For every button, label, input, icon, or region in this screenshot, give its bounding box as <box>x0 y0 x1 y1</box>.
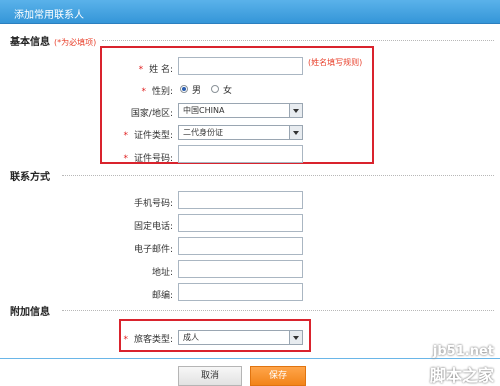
id-type-label: * 证件类型: <box>53 128 173 141</box>
gender-female-label: 女 <box>223 86 233 96</box>
country-label-text: 国家/地区: <box>130 109 173 119</box>
gender-female-radio[interactable] <box>211 85 219 93</box>
name-label: * 姓 名: <box>53 62 173 75</box>
dialog-title-bar: 添加常用联系人 <box>0 0 500 24</box>
traveler-type-label-text: 旅客类型: <box>133 335 173 345</box>
email-label-text: 电子邮件: <box>133 245 173 255</box>
id-number-input[interactable] <box>178 145 303 163</box>
section-divider <box>102 40 494 41</box>
address-label-text: 地址: <box>151 268 173 278</box>
chevron-down-icon[interactable] <box>289 126 302 139</box>
postcode-input[interactable] <box>178 283 303 301</box>
mobile-label: 手机号码: <box>53 196 173 209</box>
id-number-label: * 证件号码: <box>53 151 173 164</box>
email-label: 电子邮件: <box>53 242 173 255</box>
phone-input[interactable] <box>178 214 303 232</box>
required-star: * <box>138 65 144 75</box>
name-label-text: 姓 名: <box>149 65 173 75</box>
id-type-select[interactable]: 二代身份证 <box>178 125 303 140</box>
phone-label-text: 固定电话: <box>133 222 173 232</box>
required-star: * <box>141 87 146 97</box>
address-label: 地址: <box>53 265 173 278</box>
country-label: 国家/地区: <box>53 106 173 119</box>
mobile-label-text: 手机号码: <box>133 199 173 209</box>
gender-label: * 性别: <box>53 84 173 97</box>
required-star: * <box>123 154 128 164</box>
required-star: * <box>123 335 128 345</box>
chevron-down-icon[interactable] <box>289 331 302 344</box>
traveler-type-select[interactable]: 成人 <box>178 330 303 345</box>
name-rule-hint[interactable]: (姓名填写规则) <box>308 57 362 68</box>
country-select[interactable]: 中国CHINA <box>178 103 303 118</box>
section-basic-label: 基本信息 <box>10 37 50 48</box>
section-basic-title: 基本信息 (*为必填项) <box>10 33 96 48</box>
watermark-site: jb51.net <box>432 344 494 359</box>
traveler-type-label: * 旅客类型: <box>53 332 173 345</box>
section-divider <box>62 175 494 176</box>
section-contact-label: 联系方式 <box>10 172 50 183</box>
id-type-select-value: 二代身份证 <box>183 128 223 137</box>
gender-label-text: 性别: <box>151 87 173 97</box>
footer-divider <box>0 358 500 359</box>
gender-male-radio[interactable] <box>180 85 188 93</box>
phone-label: 固定电话: <box>53 219 173 232</box>
section-extra-label: 附加信息 <box>10 307 50 318</box>
postcode-label: 邮编: <box>53 288 173 301</box>
address-input[interactable] <box>178 260 303 278</box>
section-divider <box>62 310 494 311</box>
postcode-label-text: 邮编: <box>151 291 173 301</box>
email-input[interactable] <box>178 237 303 255</box>
chevron-down-icon[interactable] <box>289 104 302 117</box>
gender-male-label: 男 <box>192 86 202 96</box>
cancel-button[interactable]: 取消 <box>178 366 242 386</box>
section-contact-title: 联系方式 <box>10 168 50 183</box>
section-extra-title: 附加信息 <box>10 303 50 318</box>
watermark-name: 脚本之家 <box>429 366 494 385</box>
id-number-label-text: 证件号码: <box>133 154 173 164</box>
country-select-value: 中国CHINA <box>183 106 225 115</box>
mobile-input[interactable] <box>178 191 303 209</box>
traveler-type-select-value: 成人 <box>183 333 199 342</box>
id-type-label-text: 证件类型: <box>133 131 173 141</box>
dialog-title: 添加常用联系人 <box>14 10 84 21</box>
save-button[interactable]: 保存 <box>250 366 306 386</box>
name-input[interactable] <box>178 57 303 75</box>
required-note: (*为必填项) <box>54 38 97 47</box>
required-star: * <box>123 131 128 141</box>
